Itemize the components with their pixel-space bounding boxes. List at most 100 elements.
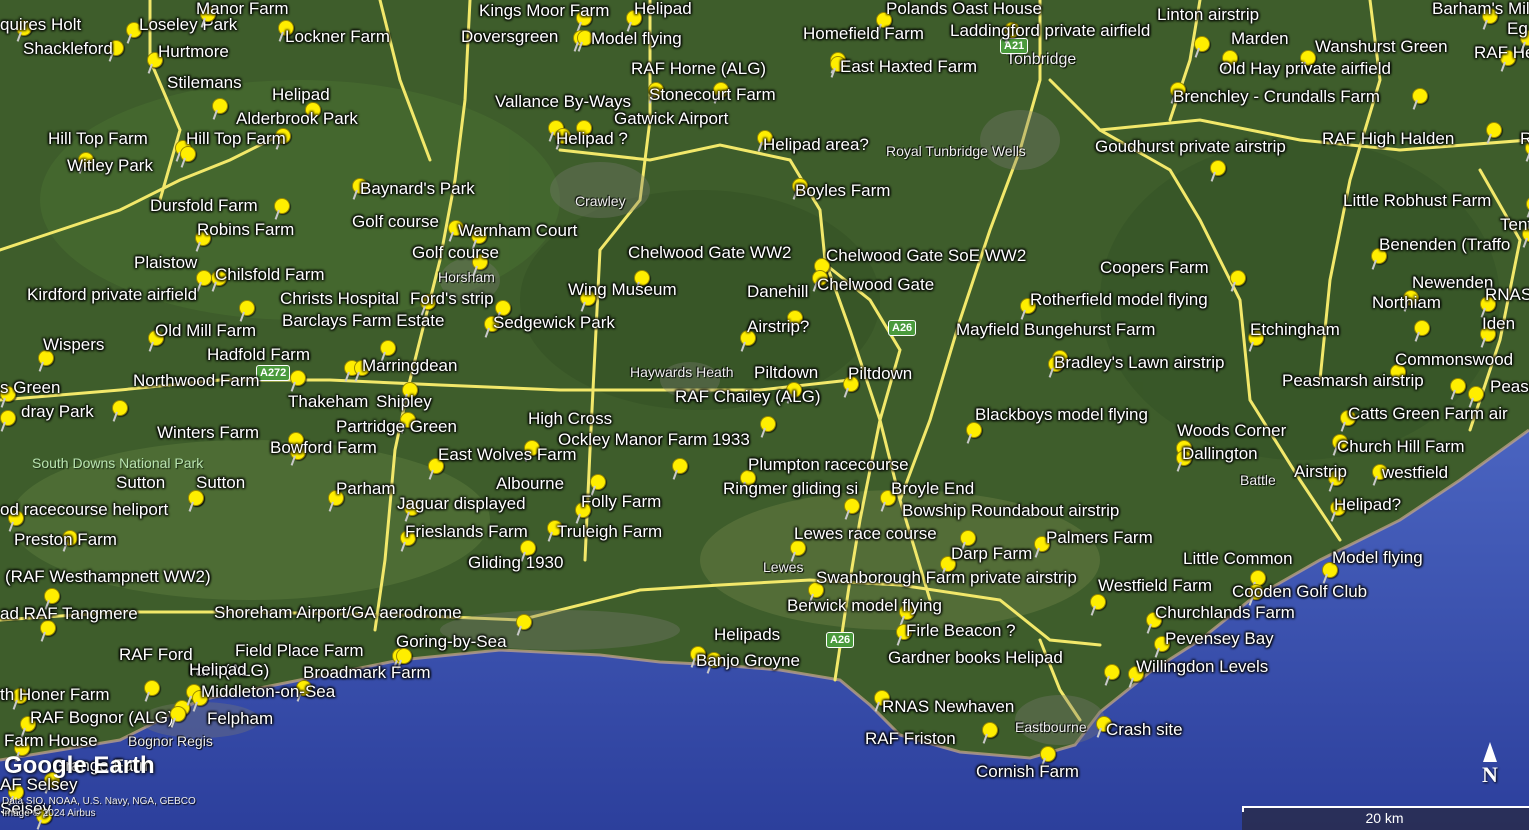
placemark-pin-icon[interactable] — [170, 706, 186, 722]
placemark-label[interactable]: East Haxted Farm — [840, 58, 977, 75]
placemark-label[interactable]: Stonecourt Farm — [649, 86, 776, 103]
placemark-label[interactable]: RNAS — [1485, 286, 1529, 303]
placemark-pin-icon[interactable] — [212, 98, 228, 114]
placemark-pin-icon[interactable] — [1450, 378, 1466, 394]
placemark-label[interactable]: Etchingham — [1250, 321, 1340, 338]
placemark-label[interactable]: Pevensey Bay — [1165, 630, 1274, 647]
placemark-label[interactable]: Golf course — [412, 244, 499, 261]
placemark-pin-icon[interactable] — [844, 498, 860, 514]
placemark-label[interactable]: Hadfold Farm — [207, 346, 310, 363]
placemark-label[interactable]: RAF Ford — [119, 646, 193, 663]
placemark-pin-icon[interactable] — [1414, 320, 1430, 336]
placemark-label[interactable]: Broadmark Farm — [303, 664, 431, 681]
placemark-label[interactable]: Kirdford private airfield — [27, 286, 197, 303]
placemark-pin-icon[interactable] — [180, 146, 196, 162]
placemark-label[interactable]: Piltdown — [754, 364, 818, 381]
placemark-label[interactable]: Ford's strip — [410, 290, 494, 307]
placemark-label[interactable]: Commonswood — [1395, 351, 1513, 368]
placemark-pin-icon[interactable] — [1090, 594, 1106, 610]
placemark-label[interactable]: Airstrip — [1294, 463, 1347, 480]
placemark-label[interactable]: Gatwick Airport — [614, 110, 728, 127]
placemark-label[interactable]: Tenterd — [1500, 216, 1529, 233]
placemark-label[interactable]: od racecourse heliport — [0, 501, 168, 518]
placemark-label[interactable]: Helipads — [714, 626, 780, 643]
placemark-label[interactable]: Rotherfield model flying — [1030, 291, 1208, 308]
placemark-label[interactable]: Helipad — [634, 0, 692, 17]
placemark-label[interactable]: High Cross — [528, 410, 612, 427]
placemark-label[interactable]: Ringmer gliding si — [723, 480, 858, 497]
placemark-label[interactable]: Danehill — [747, 283, 808, 300]
placemark-pin-icon[interactable] — [380, 340, 396, 356]
placemark-label[interactable]: RAF Horne (ALG) — [631, 60, 766, 77]
placemark-label[interactable]: quires Holt — [0, 16, 81, 33]
placemark-label[interactable]: Goring-by-Sea — [396, 633, 507, 650]
placemark-label[interactable]: Marringdean — [362, 357, 457, 374]
placemark-label[interactable]: (RAF Westhampnett WW2) — [5, 568, 211, 585]
placemark-label[interactable]: East Wolves Farm — [438, 446, 577, 463]
placemark-label[interactable]: Broyle End — [891, 480, 974, 497]
placemark-label[interactable]: Bradley's Lawn airstrip — [1054, 354, 1224, 371]
placemark-label[interactable]: Hurtmore — [158, 43, 229, 60]
placemark-label[interactable]: Helipad area? — [763, 136, 869, 153]
placemark-label[interactable]: Newenden — [1412, 274, 1493, 291]
placemark-label[interactable]: Model flying — [591, 30, 682, 47]
placemark-label[interactable]: Wispers — [43, 336, 104, 353]
placemark-label[interactable]: Marden — [1231, 30, 1289, 47]
placemark-label[interactable]: Doversgreen — [461, 28, 558, 45]
placemark-label[interactable]: Field Place Farm — [235, 642, 363, 659]
placemark-label[interactable]: Eg — [1507, 20, 1528, 37]
placemark-pin-icon[interactable] — [274, 198, 290, 214]
placemark-pin-icon[interactable] — [1104, 664, 1120, 680]
placemark-label[interactable]: Brenchley - Crundalls Farm — [1173, 88, 1380, 105]
placemark-label[interactable]: Helipad? — [1334, 496, 1401, 513]
placemark-label[interactable]: RAF He — [1474, 44, 1529, 61]
placemark-pin-icon[interactable] — [1230, 270, 1246, 286]
placemark-label[interactable]: Partridge Green — [336, 418, 457, 435]
placemark-label[interactable]: Shackleford — [23, 40, 113, 57]
placemark-pin-icon[interactable] — [0, 410, 16, 426]
placemark-label[interactable]: Shoreham Airport/GA aerodrome — [214, 604, 462, 621]
placemark-label[interactable]: Old Hay private airfield — [1219, 60, 1391, 77]
placemark-pin-icon[interactable] — [112, 400, 128, 416]
placemark-label[interactable]: Darp Farm — [951, 545, 1032, 562]
placemark-label[interactable]: Polands Oast House — [886, 0, 1042, 17]
placemark-pin-icon[interactable] — [44, 588, 60, 604]
placemark-label[interactable]: Peasmarsh airstrip — [1282, 372, 1424, 389]
placemark-label[interactable]: Dallington — [1182, 445, 1258, 462]
placemark-label[interactable]: Vallance By-Ways — [495, 93, 631, 110]
placemark-label[interactable]: Robins Farm — [197, 221, 294, 238]
placemark-label[interactable]: Chelwood Gate — [817, 276, 934, 293]
placemark-label[interactable]: Old Mill Farm — [155, 322, 256, 339]
placemark-label[interactable]: Banjo Groyne — [696, 652, 800, 669]
placemark-label[interactable]: Thakeham — [288, 393, 368, 410]
placemark-pin-icon[interactable] — [1040, 746, 1056, 762]
placemark-label[interactable]: Sedgewick Park — [493, 314, 615, 331]
placemark-label[interactable]: Witley Park — [67, 157, 153, 174]
placemark-pin-icon[interactable] — [516, 614, 532, 630]
placemark-label[interactable]: Hill Top Farm — [186, 130, 286, 147]
placemark-pin-icon[interactable] — [239, 300, 255, 316]
placemark-label[interactable]: Little Robhust Farm — [1343, 192, 1491, 209]
placemark-label[interactable]: Ockley Manor Farm 1933 — [558, 431, 750, 448]
placemark-label[interactable]: Wing Museum — [568, 281, 677, 298]
placemark-label[interactable]: Woods Corner — [1177, 422, 1286, 439]
placemark-label[interactable]: Golf course — [352, 213, 439, 230]
satellite-map[interactable] — [0, 0, 1529, 830]
placemark-pin-icon[interactable] — [144, 680, 160, 696]
placemark-label[interactable]: th Honer Farm — [0, 686, 110, 703]
placemark-label[interactable]: Iden — [1482, 315, 1515, 332]
placemark-label[interactable]: Shipley — [376, 393, 432, 410]
placemark-pin-icon[interactable] — [290, 370, 306, 386]
placemark-label[interactable]: Palmers Farm — [1046, 529, 1153, 546]
placemark-label[interactable]: RAF Chailey (ALG) — [675, 388, 820, 405]
placemark-pin-icon[interactable] — [982, 722, 998, 738]
placemark-label[interactable]: Crash site — [1106, 721, 1183, 738]
placemark-pin-icon[interactable] — [188, 490, 204, 506]
placemark-label[interactable]: Coopers Farm — [1100, 259, 1209, 276]
placemark-label[interactable]: Northiam — [1372, 294, 1441, 311]
placemark-label[interactable]: Baynard's Park — [360, 180, 475, 197]
placemark-label[interactable]: RAF High Halden — [1322, 130, 1454, 147]
placemark-label[interactable]: Helipad ? — [556, 130, 628, 147]
placemark-label[interactable]: Preston Farm — [14, 531, 117, 548]
placemark-label[interactable]: Stilemans — [167, 74, 242, 91]
